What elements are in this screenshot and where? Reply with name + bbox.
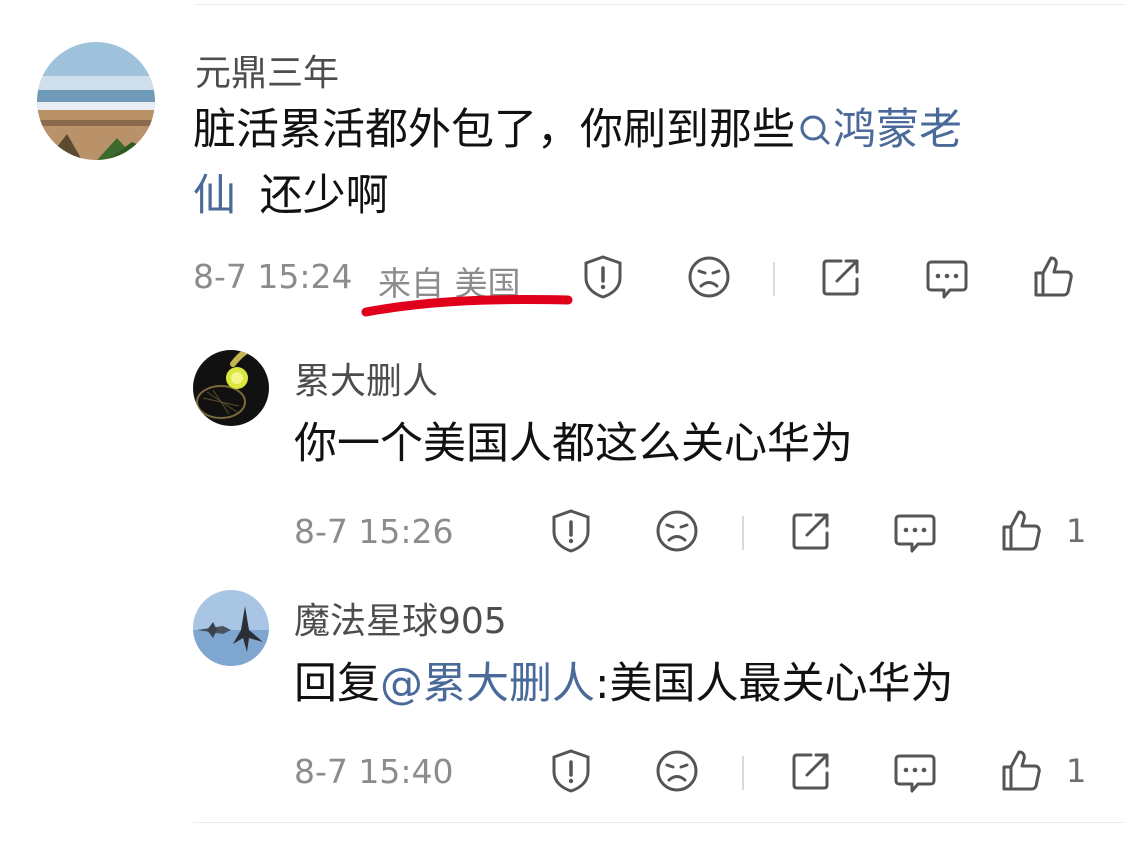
dislike-face-icon[interactable]: [654, 748, 700, 794]
comment-text-end: 还少啊: [259, 171, 389, 221]
comment-text-line1: 脏活累活都外包了，你刷到那些 鸿蒙老: [193, 104, 962, 158]
reply-prefix: 回复: [294, 659, 380, 709]
reply-text: 你一个美国人都这么关心华为: [294, 419, 853, 469]
thumbs-up-icon[interactable]: [998, 506, 1044, 554]
avatar[interactable]: [37, 42, 155, 160]
reply-text-line: 回复@累大删人:美国人最关心华为: [294, 658, 954, 710]
avatar-beach-image: [37, 42, 155, 160]
comment-text: 脏活累活都外包了，你刷到那些: [193, 105, 795, 155]
reply-time: 8-7 15:26: [294, 512, 454, 551]
like-count: 1: [1066, 752, 1087, 790]
avatar-tennis-image: [193, 350, 269, 426]
comment-username[interactable]: 元鼎三年: [195, 44, 339, 96]
search-link-text: 鸿蒙老: [833, 105, 962, 155]
share-icon[interactable]: [818, 254, 864, 300]
thumbs-up-icon[interactable]: [998, 746, 1044, 794]
mention-link[interactable]: @累大删人: [380, 659, 595, 709]
share-icon[interactable]: [788, 508, 834, 554]
search-icon: [799, 106, 831, 158]
avatar-jet-image: [193, 590, 269, 666]
reply-username[interactable]: 累大删人: [294, 352, 438, 404]
avatar[interactable]: [193, 350, 269, 426]
report-icon[interactable]: [548, 748, 594, 794]
reply-text: :美国人最关心华为: [595, 659, 954, 709]
reply-time: 8-7 15:40: [294, 752, 454, 791]
search-link-text-cont[interactable]: 仙: [193, 171, 236, 221]
share-icon[interactable]: [788, 748, 834, 794]
comment-icon[interactable]: [924, 256, 970, 302]
dislike-face-icon[interactable]: [654, 508, 700, 554]
avatar[interactable]: [193, 590, 269, 666]
comment-icon[interactable]: [892, 510, 938, 556]
dislike-face-icon[interactable]: [686, 254, 732, 300]
like-count: 1: [1066, 512, 1087, 550]
actions-separator: [742, 516, 744, 550]
red-underline-annotation: [361, 295, 573, 317]
thumbs-up-icon[interactable]: [1030, 252, 1076, 300]
report-icon[interactable]: [580, 254, 626, 300]
comment-icon[interactable]: [892, 750, 938, 796]
comment-text-line2: 仙 还少啊: [193, 170, 389, 222]
actions-separator: [773, 262, 775, 296]
comment-time: 8-7 15:24: [193, 257, 353, 296]
reply-username[interactable]: 魔法星球905: [294, 592, 507, 644]
report-icon[interactable]: [548, 508, 594, 554]
top-divider: [195, 4, 1124, 5]
actions-separator: [742, 756, 744, 790]
bottom-divider: [193, 822, 1124, 823]
search-link[interactable]: 鸿蒙老: [795, 105, 962, 155]
